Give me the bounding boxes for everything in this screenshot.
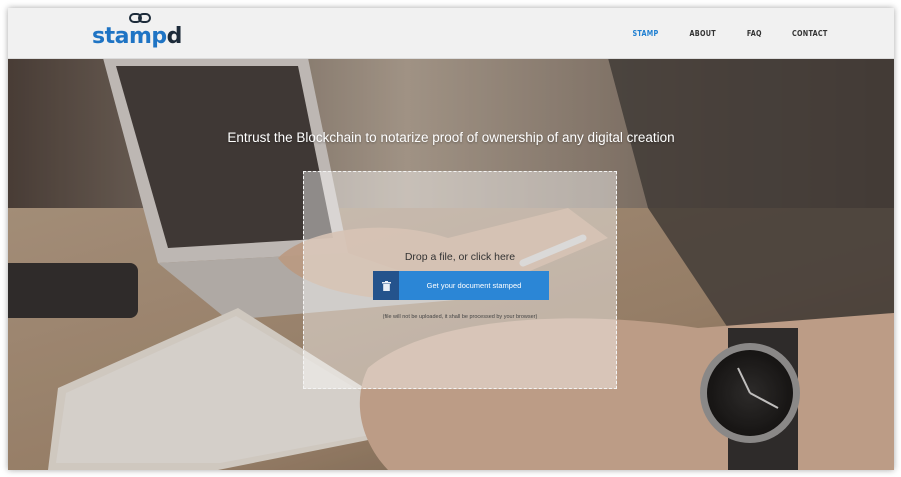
stamp-button-label: Get your document stamped [399, 271, 549, 300]
main-nav: STAMP ABOUT FAQ CONTACT [631, 8, 894, 58]
hero-section: Entrust the Blockchain to notarize proof… [8, 58, 894, 470]
browser-frame: stampd STAMP ABOUT FAQ CONTACT Entrust t… [8, 8, 894, 470]
nav-item-stamp[interactable]: STAMP [633, 29, 659, 38]
navbar: stampd STAMP ABOUT FAQ CONTACT [8, 8, 894, 59]
nav-item-faq[interactable]: FAQ [747, 29, 762, 38]
file-dropzone[interactable]: Drop a file, or click here Get your docu… [303, 171, 617, 389]
hero-tagline: Entrust the Blockchain to notarize proof… [227, 130, 675, 145]
chain-link-icon [129, 13, 151, 23]
processing-note: (file will not be uploaded, it shall be … [382, 314, 538, 320]
button-icon-box [373, 271, 399, 300]
logo-text: stampd [92, 24, 182, 49]
trash-icon [381, 280, 391, 291]
nav-item-about[interactable]: ABOUT [690, 29, 716, 38]
dropzone-text: Drop a file, or click here [404, 251, 516, 263]
stamp-document-button[interactable]: Get your document stamped [373, 271, 549, 300]
nav-item-contact[interactable]: CONTACT [792, 29, 828, 38]
logo[interactable]: stampd [92, 13, 182, 49]
